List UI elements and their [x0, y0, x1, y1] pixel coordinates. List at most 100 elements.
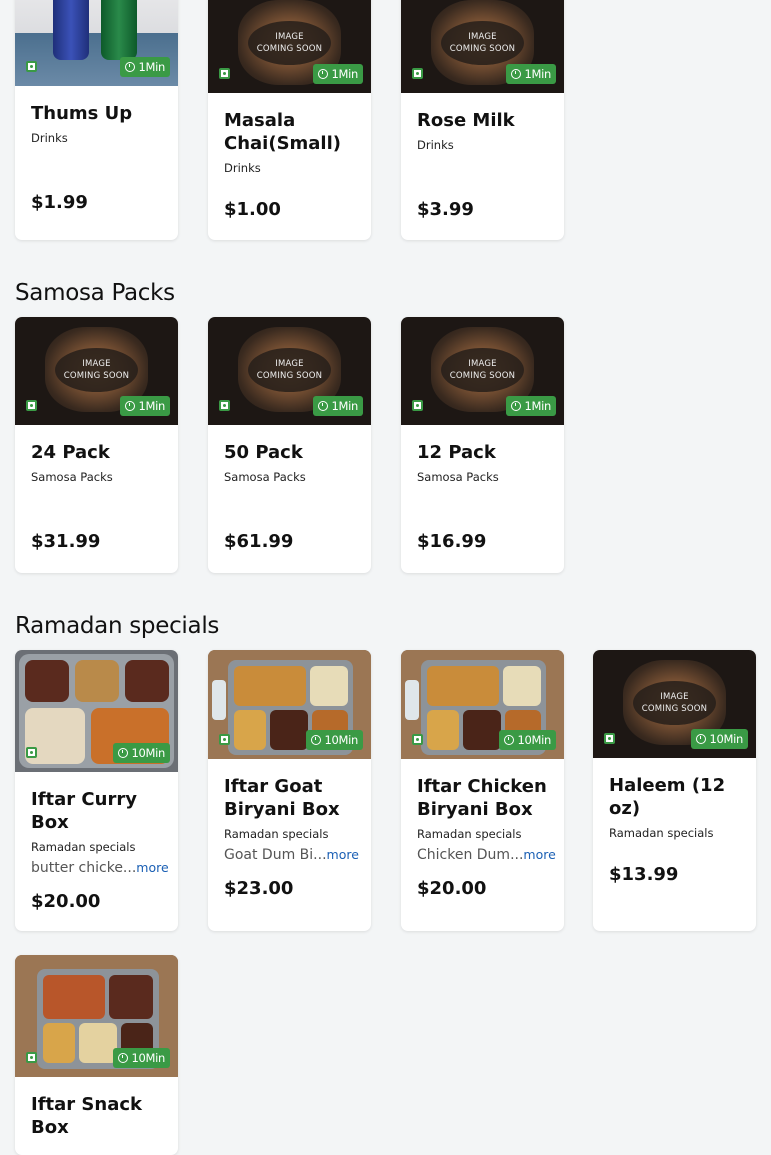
image-coming-soon-label: IMAGE COMING SOON [55, 348, 138, 392]
item-name: Iftar Chicken Biryani Box [417, 776, 547, 820]
veg-icon [26, 1052, 37, 1063]
more-link[interactable]: more [136, 860, 168, 875]
item-image: 10Min [401, 650, 564, 759]
item-name: Iftar Goat Biryani Box [224, 776, 340, 820]
menu-item-card[interactable]: IMAGE COMING SOON 1Min 12 Pack Samosa Pac… [401, 317, 564, 573]
more-link[interactable]: more [523, 847, 555, 862]
section-title-samosa-packs: Samosa Packs [15, 280, 175, 306]
item-name: Haleem (12 oz) [609, 775, 726, 819]
menu-item-card[interactable]: 10Min Iftar Snack Box [15, 955, 178, 1155]
item-price: $1.99 [31, 192, 88, 213]
clock-icon [511, 69, 522, 79]
veg-icon [412, 734, 423, 745]
menu-item-card[interactable]: 10Min Iftar Curry Box Ramadan specials b… [15, 650, 178, 931]
prep-time-badge: 10Min [113, 743, 170, 763]
item-description: Goat Dum Bi...more [224, 847, 359, 863]
clock-icon [318, 401, 329, 411]
item-price: $20.00 [417, 878, 487, 899]
item-name: 24 Pack [31, 442, 110, 463]
clock-icon [318, 69, 329, 79]
image-coming-soon-label: IMAGE COMING SOON [248, 21, 331, 65]
prep-time-badge: 1Min [313, 396, 363, 416]
image-coming-soon-label: IMAGE COMING SOON [633, 681, 716, 725]
item-price: $1.00 [224, 199, 281, 220]
more-link[interactable]: more [327, 847, 359, 862]
item-name: Masala Chai(Small) [224, 110, 341, 154]
veg-icon [219, 68, 230, 79]
prep-time-badge: 1Min [506, 64, 556, 84]
item-name: Iftar Curry Box [31, 789, 137, 833]
clock-icon [696, 734, 707, 744]
item-image: 10Min [15, 650, 178, 772]
section-title-ramadan-specials: Ramadan specials [15, 613, 220, 639]
clock-icon [504, 735, 515, 745]
menu-item-card[interactable]: 10Min Iftar Chicken Biryani Box Ramadan … [401, 650, 564, 931]
item-description: butter chicke...more [31, 860, 169, 876]
menu-item-card[interactable]: IMAGE COMING SOON 1Min Rose Milk Drinks $… [401, 0, 564, 240]
item-name: Thums Up [31, 103, 133, 124]
veg-icon [412, 68, 423, 79]
limca-can [101, 0, 137, 60]
clock-icon [125, 62, 136, 72]
clock-icon [118, 1053, 129, 1063]
menu-item-card[interactable]: IMAGE COMING SOON 10Min Haleem (12 oz) Ra… [593, 650, 756, 931]
item-name: 50 Pack [224, 442, 303, 463]
veg-icon [26, 400, 37, 411]
veg-icon [219, 400, 230, 411]
item-price: $31.99 [31, 531, 101, 552]
item-category: Samosa Packs [417, 470, 499, 484]
veg-icon [26, 61, 37, 72]
item-category: Drinks [417, 138, 454, 152]
clock-icon [311, 735, 322, 745]
item-price: $3.99 [417, 199, 474, 220]
item-price: $61.99 [224, 531, 294, 552]
thums-up-can [53, 0, 89, 60]
prep-time-badge: 1Min [506, 396, 556, 416]
item-name: Rose Milk [417, 110, 515, 131]
item-price: $20.00 [31, 891, 101, 912]
menu-item-card[interactable]: IMAGE COMING SOON 1Min 24 Pack Samosa Pac… [15, 317, 178, 573]
image-placeholder: IMAGE COMING SOON 1Min [401, 317, 564, 425]
veg-icon [219, 734, 230, 745]
prep-time-badge: 10Min [113, 1048, 170, 1068]
prep-time-badge: 1Min [120, 57, 170, 77]
item-name: 12 Pack [417, 442, 496, 463]
item-category: Ramadan specials [31, 840, 136, 854]
image-coming-soon-label: IMAGE COMING SOON [248, 348, 331, 392]
menu-item-card[interactable]: 10Min Iftar Goat Biryani Box Ramadan spe… [208, 650, 371, 931]
item-category: Samosa Packs [31, 470, 113, 484]
menu-item-card[interactable]: IMAGE COMING SOON 1Min Masala Chai(Small)… [208, 0, 371, 240]
item-price: $16.99 [417, 531, 487, 552]
image-placeholder: IMAGE COMING SOON 10Min [593, 650, 756, 758]
item-image: 10Min [208, 650, 371, 759]
item-price: $23.00 [224, 878, 294, 899]
item-category: Drinks [224, 161, 261, 175]
clock-icon [125, 401, 136, 411]
item-category: Drinks [31, 131, 68, 145]
item-price: $13.99 [609, 864, 679, 885]
item-category: Ramadan specials [609, 826, 714, 840]
image-coming-soon-label: IMAGE COMING SOON [441, 348, 524, 392]
item-description: Chicken Dum...more [417, 847, 556, 863]
item-category: Ramadan specials [417, 827, 522, 841]
prep-time-badge: 10Min [499, 730, 556, 750]
menu-item-card[interactable]: IMAGE COMING SOON 1Min 50 Pack Samosa Pac… [208, 317, 371, 573]
prep-time-badge: 1Min [120, 396, 170, 416]
veg-icon [604, 733, 615, 744]
image-placeholder: IMAGE COMING SOON 1Min [15, 317, 178, 425]
prep-time-badge: 1Min [313, 64, 363, 84]
item-image: 10Min [15, 955, 178, 1077]
veg-icon [26, 747, 37, 758]
prep-time-badge: 10Min [306, 730, 363, 750]
prep-time-badge: 10Min [691, 729, 748, 749]
image-placeholder: IMAGE COMING SOON 1Min [208, 0, 371, 93]
item-category: Samosa Packs [224, 470, 306, 484]
clock-icon [511, 401, 522, 411]
image-placeholder: IMAGE COMING SOON 1Min [401, 0, 564, 93]
item-name: Iftar Snack Box [31, 1094, 142, 1138]
veg-icon [412, 400, 423, 411]
menu-item-card[interactable]: 1Min Thums Up Drinks $1.99 [15, 0, 178, 240]
image-placeholder: IMAGE COMING SOON 1Min [208, 317, 371, 425]
item-category: Ramadan specials [224, 827, 329, 841]
image-coming-soon-label: IMAGE COMING SOON [441, 21, 524, 65]
